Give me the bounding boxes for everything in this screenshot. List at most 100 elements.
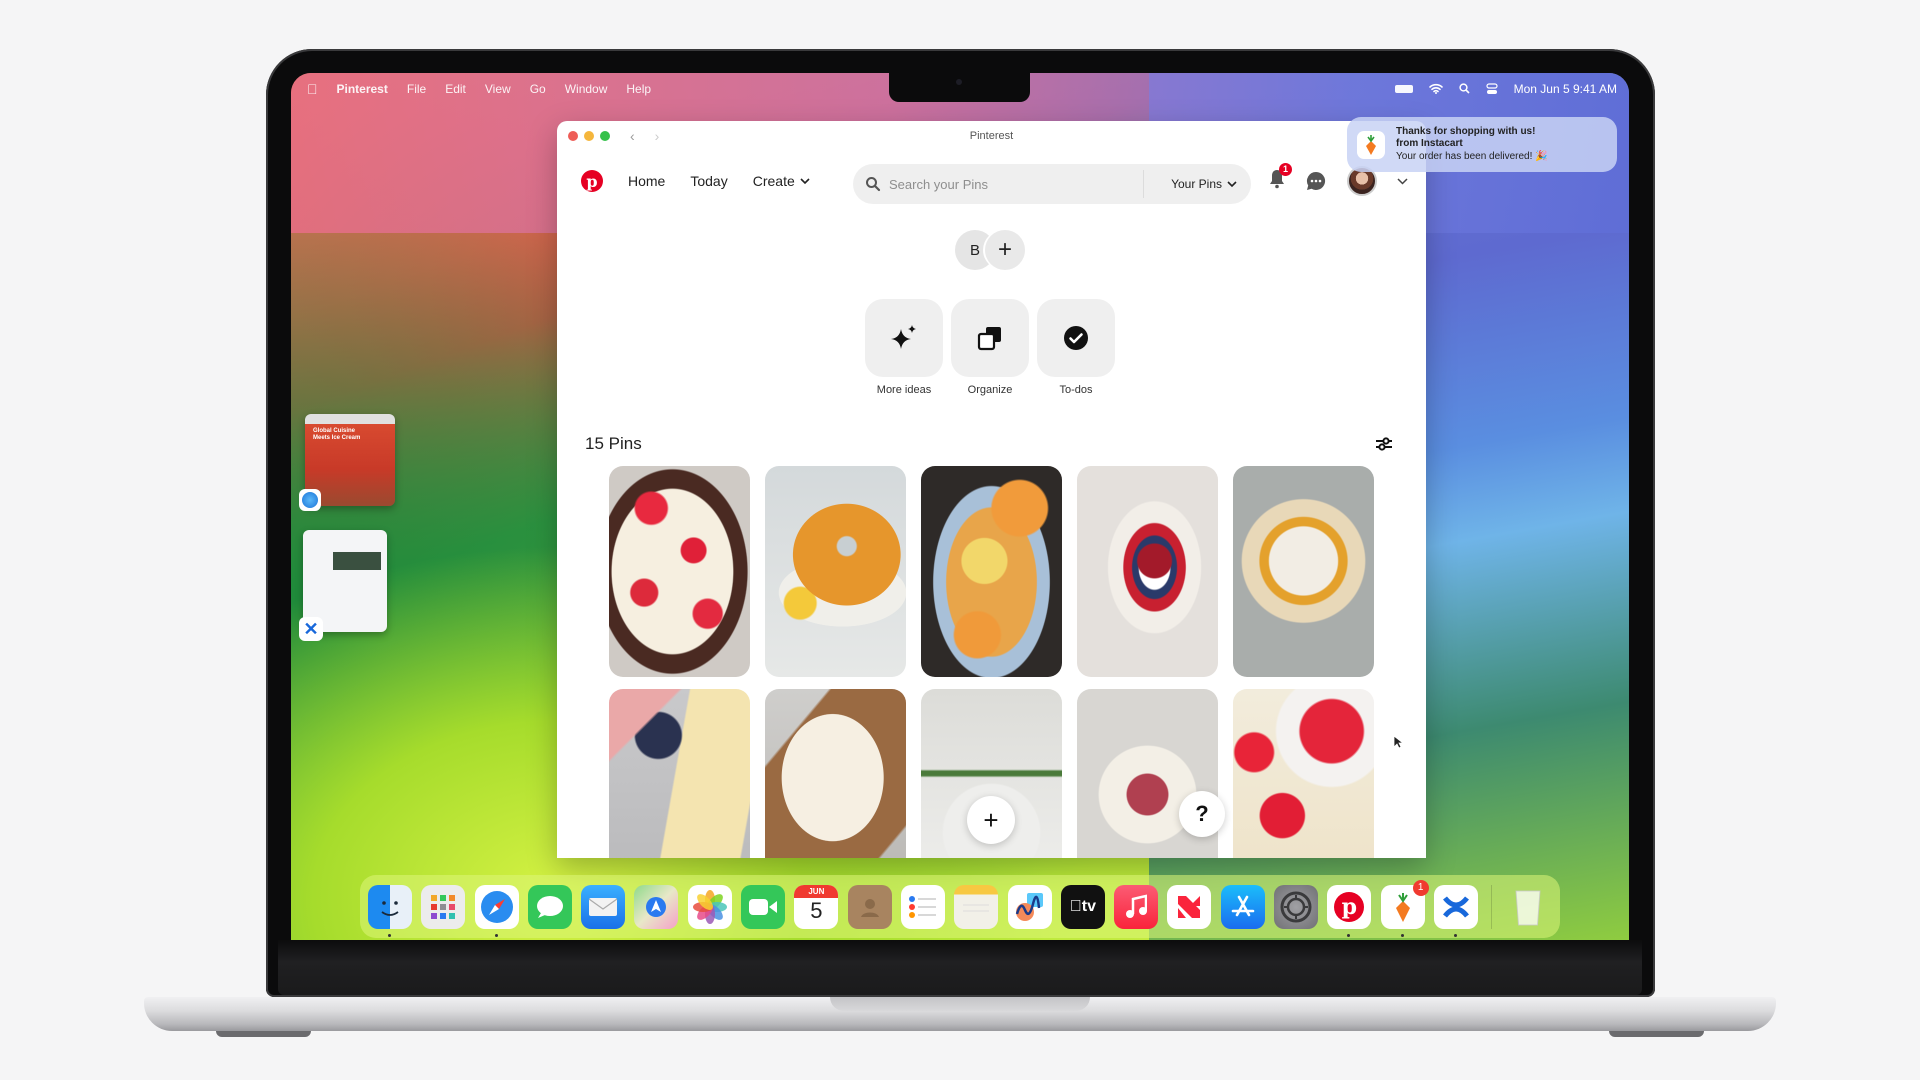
- notification-source: from Instacart: [1396, 138, 1463, 150]
- pin-lemon-bundt-cake[interactable]: [765, 466, 906, 677]
- help-button[interactable]: ?: [1179, 791, 1225, 837]
- title-bar: ‹ › Pinterest: [557, 121, 1426, 151]
- menu-clock[interactable]: Mon Jun 5 9:41 AM: [1514, 82, 1617, 96]
- dock-launchpad[interactable]: [421, 884, 466, 929]
- reminders-list-icon: [908, 895, 936, 918]
- nav-home[interactable]: Home: [628, 173, 665, 189]
- tv-label: tv: [1070, 897, 1096, 915]
- filter-icon[interactable]: [1374, 434, 1394, 454]
- dock-reminders[interactable]: [900, 884, 945, 929]
- menu-app-name[interactable]: Pinterest: [337, 82, 388, 96]
- dock-system-settings[interactable]: [1274, 884, 1319, 929]
- pinterest-logo-icon[interactable]: p: [581, 170, 603, 192]
- dock-news[interactable]: [1167, 884, 1212, 929]
- dock-finder[interactable]: [368, 884, 412, 937]
- dock-notes[interactable]: [954, 884, 999, 929]
- dock-pinterest[interactable]: p: [1327, 884, 1372, 937]
- pin-cherry-cheesecake-bars[interactable]: [1233, 689, 1374, 858]
- dock-confluence[interactable]: [1433, 884, 1478, 937]
- dock-app-store[interactable]: [1220, 884, 1265, 929]
- pin-pecan-frosted-cake[interactable]: [765, 689, 906, 858]
- pin-apricot-flower-cake[interactable]: [921, 466, 1062, 677]
- photos-flower-icon: [692, 889, 727, 924]
- dock-freeform[interactable]: [1007, 884, 1052, 929]
- notification-body: Your order has been delivered! 🎉: [1396, 150, 1548, 162]
- zoom-button[interactable]: [600, 131, 610, 141]
- forward-button[interactable]: ›: [655, 128, 660, 144]
- pin-berry-pavlova-wreath[interactable]: [1077, 466, 1218, 677]
- running-indicator: [1453, 933, 1457, 937]
- search-input[interactable]: [887, 175, 1131, 193]
- dock-facetime[interactable]: [741, 884, 786, 929]
- dock-separator: [1491, 884, 1493, 929]
- pin-raspberry-tart[interactable]: [609, 466, 750, 677]
- laptop-foot-right: [1609, 1031, 1704, 1037]
- menu-go[interactable]: Go: [530, 82, 546, 96]
- camera-notch: [889, 73, 1030, 102]
- menu-help[interactable]: Help: [626, 82, 651, 96]
- gear-icon: [1280, 891, 1312, 922]
- pin-lemon-meringue-tart[interactable]: [1233, 466, 1374, 677]
- notes-icon: [963, 904, 990, 911]
- instacart-carrot-icon: [1395, 892, 1410, 922]
- menu-view[interactable]: View: [485, 82, 511, 96]
- minimize-button[interactable]: [584, 131, 594, 141]
- add-pin-button[interactable]: +: [967, 796, 1015, 844]
- battery-icon[interactable]: [1394, 84, 1413, 93]
- dock-maps[interactable]: [634, 884, 679, 929]
- mail-envelope-icon: [588, 897, 618, 916]
- more-ideas-label: More ideas: [876, 384, 932, 396]
- dock-calendar[interactable]: JUN 5: [794, 884, 839, 929]
- spotlight-search-icon[interactable]: [1458, 83, 1470, 94]
- launchpad-icon: [431, 894, 456, 919]
- messages-icon[interactable]: [1305, 170, 1327, 192]
- menu-edit[interactable]: Edit: [445, 82, 466, 96]
- wifi-icon[interactable]: [1428, 83, 1443, 94]
- pin-berry-sheet-cake[interactable]: [609, 689, 750, 858]
- dock-photos[interactable]: [687, 884, 732, 929]
- search-scope-dropdown[interactable]: Your Pins: [1171, 164, 1237, 204]
- dock-trash[interactable]: [1506, 885, 1550, 929]
- pin-cheesecake-slice[interactable]: +: [921, 689, 1062, 858]
- dock-instacart[interactable]: 1: [1380, 879, 1429, 937]
- dock-mail[interactable]: [581, 884, 626, 929]
- more-ideas-button[interactable]: More ideas: [865, 299, 943, 396]
- back-button[interactable]: ‹: [630, 128, 635, 144]
- menu-file[interactable]: File: [407, 82, 426, 96]
- dock-messages[interactable]: [527, 884, 572, 929]
- menu-window[interactable]: Window: [565, 82, 608, 96]
- search-scope-label: Your Pins: [1171, 177, 1222, 191]
- to-dos-button[interactable]: To-dos: [1037, 299, 1115, 396]
- laptop-foot-left: [216, 1031, 311, 1037]
- control-center-icon[interactable]: [1485, 82, 1498, 95]
- pinterest-app-icon: p: [1334, 891, 1365, 922]
- nav-create[interactable]: Create: [753, 173, 810, 189]
- notification-banner[interactable]: Thanks for shopping with us! from Instac…: [1347, 117, 1617, 172]
- running-indicator: [1347, 933, 1351, 937]
- app-store-icon: [1231, 895, 1255, 916]
- running-indicator: [388, 933, 391, 937]
- calendar-day: 5: [810, 897, 823, 923]
- nav-today[interactable]: Today: [690, 173, 727, 189]
- notification-title: Thanks for shopping with us!: [1396, 125, 1536, 137]
- stage-preview-image: [333, 552, 381, 570]
- sparkle-icon: [891, 325, 916, 349]
- add-collaborator-button[interactable]: +: [985, 230, 1025, 270]
- apple-menu-icon[interactable]: : [307, 81, 318, 97]
- dock-contacts[interactable]: [847, 884, 892, 929]
- mouse-cursor: [1393, 735, 1403, 749]
- account-chevron-down-icon[interactable]: [1397, 177, 1408, 185]
- organize-button[interactable]: Organize: [951, 299, 1029, 396]
- notifications-button[interactable]: 1: [1269, 162, 1292, 194]
- dock-safari[interactable]: [474, 884, 519, 937]
- contacts-icon: [860, 898, 879, 917]
- calendar-month: JUN: [794, 884, 839, 898]
- freeform-icon: [1015, 892, 1043, 921]
- chevron-down-icon: [800, 177, 810, 184]
- dock-apple-tv[interactable]: tv: [1060, 884, 1105, 929]
- window-title: Pinterest: [969, 130, 1014, 142]
- dock-music[interactable]: [1114, 884, 1159, 929]
- facetime-camera-icon: [749, 898, 778, 915]
- close-button[interactable]: [568, 131, 578, 141]
- notification-badge: 1: [1279, 162, 1292, 176]
